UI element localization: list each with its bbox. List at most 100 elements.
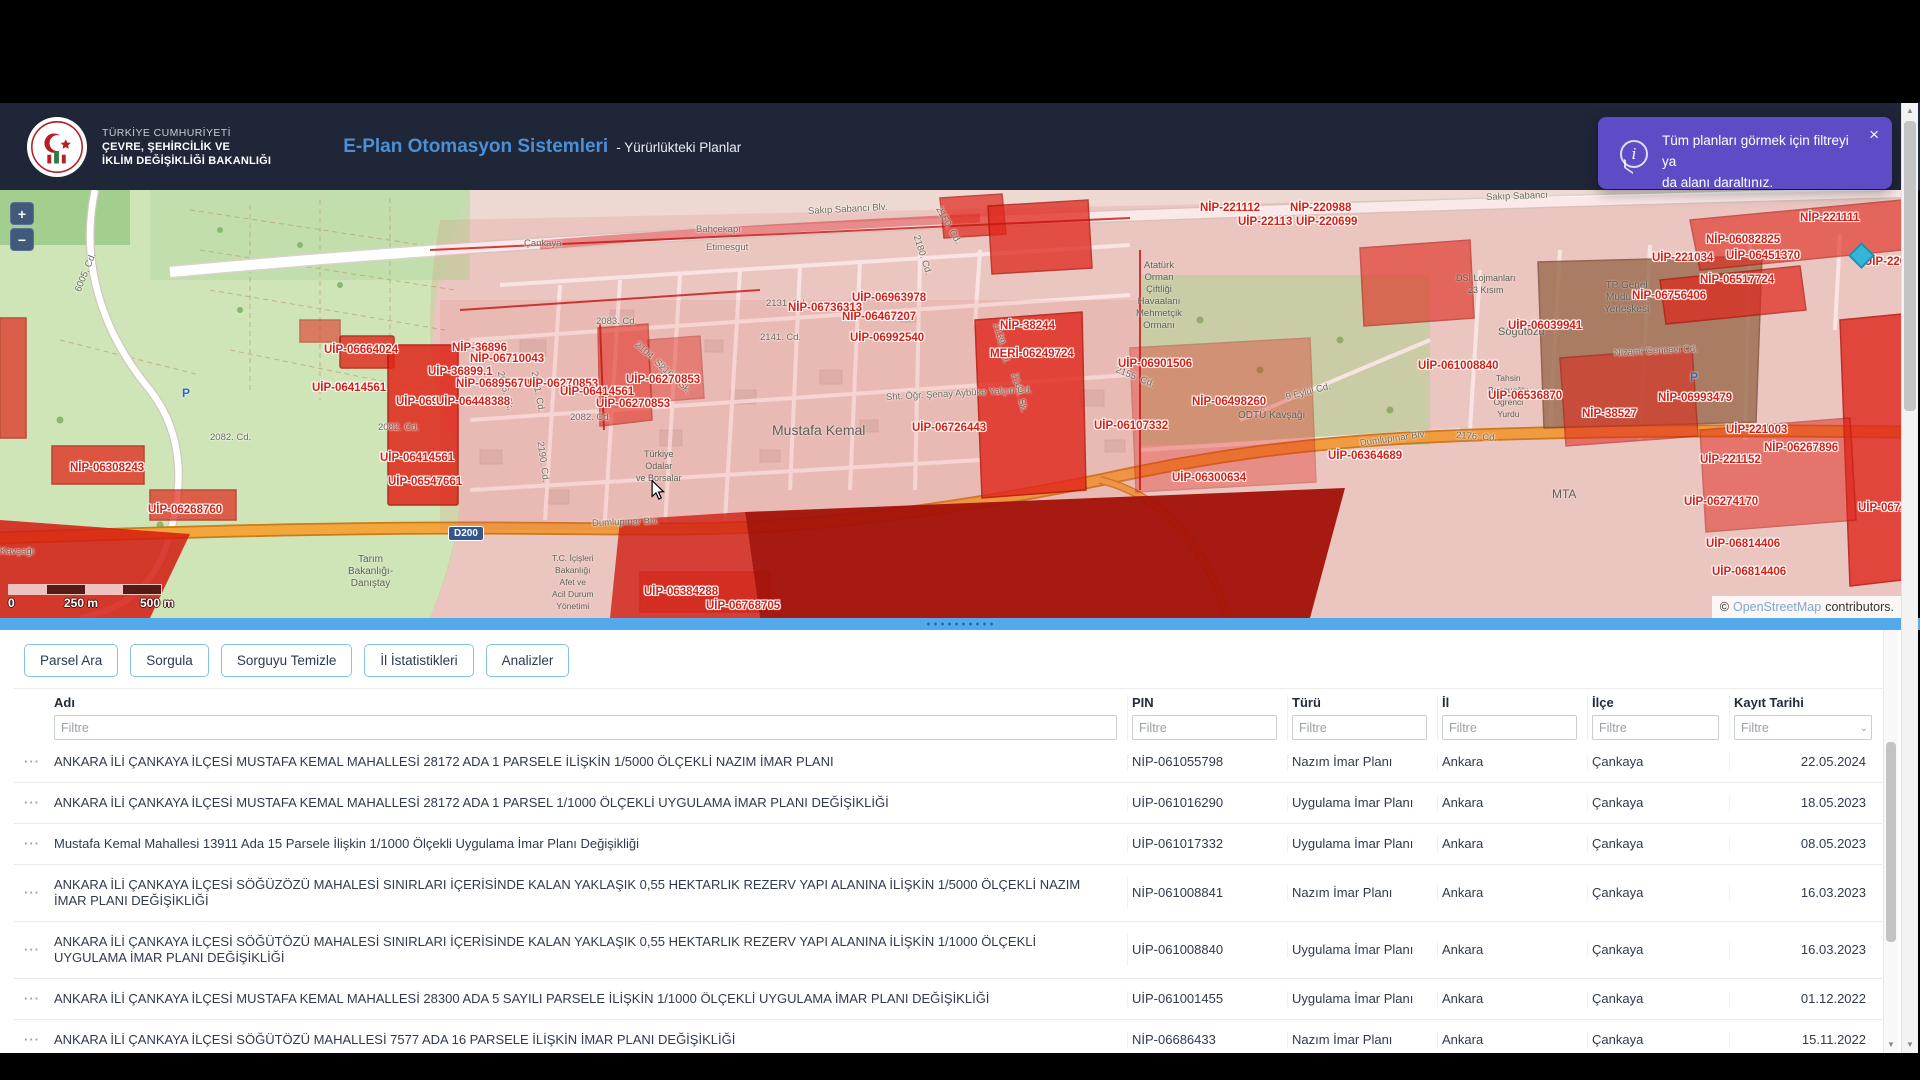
row-menu-button[interactable]: ··· [14,942,50,958]
map-plan-label[interactable]: UİP-06992540 [850,332,924,344]
scrollbar-down-icon[interactable]: ▼ [1902,1038,1918,1052]
table-row[interactable]: ···ANKARA İLİ ÇANKAYA İLÇESİ SÖĞÜTÖZÜ MA… [14,922,1882,979]
filter-input-türü[interactable] [1292,715,1427,740]
filter-input-i̇l[interactable] [1442,715,1577,740]
ministry-logo [26,116,88,178]
toolbar-button-parsel-ara[interactable]: Parsel Ara [24,644,118,677]
map-plan-label[interactable]: UİP-06364689 [1328,450,1402,462]
place-label: Mustafa Kemal [772,424,865,436]
map-plan-label[interactable]: UİP-06268760 [148,504,222,516]
page-scrollbar[interactable]: ▲ ▼ [1901,103,1918,1053]
splitter-grip-icon[interactable] [925,621,995,627]
filter-input-pin[interactable] [1132,715,1277,740]
map-plan-label[interactable]: NİP-221112 [1200,202,1260,214]
map-plan-label[interactable]: UİP-221152 [1700,454,1761,466]
map-plan-label[interactable]: UİP-36899.1 [428,366,493,378]
row-menu-button[interactable]: ··· [14,754,50,770]
toolbar-button-sorguyu-temizle[interactable]: Sorguyu Temizle [221,644,353,677]
map-plan-label[interactable]: UİP-06107332 [1094,420,1168,432]
row-menu-button[interactable]: ··· [14,795,50,811]
map-plan-label[interactable]: NİP-06736313 [788,302,862,314]
map-plan-label[interactable]: UİP-06768705 [706,600,780,612]
map-plan-label[interactable]: NİP-06517724 [1700,274,1774,286]
map-plan-label[interactable]: MERİ-06249724 [990,348,1074,360]
map-plan-label[interactable]: UİP-06814406 [1712,566,1786,578]
table-row[interactable]: ···ANKARA İLİ ÇANKAYA İLÇESİ SÖĞÜZÖZÜ MA… [14,865,1882,922]
map-table-splitter[interactable] [0,618,1920,630]
zoom-in-button[interactable]: + [10,202,34,225]
map-plan-label[interactable]: UİP-06901506 [1118,358,1192,370]
place-label: Türkiye Odalar ve Borsalar [636,448,682,484]
map-plan-label[interactable]: UİP-06270853 [626,374,700,386]
map-plan-label[interactable]: NİP-38527 [1582,408,1637,420]
osm-link[interactable]: OpenStreetMap [1733,600,1821,614]
map-plan-label[interactable]: UİP-06547661 [388,476,462,488]
table-row[interactable]: ···Mustafa Kemal Mahallesi 13911 Ada 15 … [14,824,1882,865]
map-plan-label[interactable]: NİP-06756406 [1632,290,1706,302]
table-scrollbar-down-icon[interactable]: ▼ [1884,1038,1898,1052]
map-plan-label[interactable]: UİP-06300634 [1172,472,1246,484]
map-plan-label[interactable]: UİP-061008840 [1418,360,1499,372]
table-row[interactable]: ···ANKARA İLİ ÇANKAYA İLÇESİ MUSTAFA KEM… [14,783,1882,824]
map-plan-label[interactable]: UİP-221034 [1652,252,1713,264]
map-plan-label[interactable]: NİP-38244 [1000,320,1055,332]
map-plan-label[interactable]: UİP-06726443 [912,422,986,434]
map-plan-label[interactable]: UİP-06814406 [1706,538,1780,550]
map-plan-label[interactable]: UİP-221003 [1726,424,1787,436]
parking-icon: P [182,386,190,400]
table-row[interactable]: ···ANKARA İLİ ÇANKAYA İLÇESİ MUSTAFA KEM… [14,742,1882,783]
cell-district: Çankaya [1588,885,1730,901]
map-plan-label[interactable]: UİP-06274170 [1684,496,1758,508]
app-title[interactable]: E-Plan Otomasyon Sistemleri [343,136,608,158]
map-plan-label[interactable]: UİP-06414561 [312,382,386,394]
toolbar-button-analizler[interactable]: Analizler [486,644,570,677]
map-plan-label[interactable]: NİP-06082825 [1706,234,1780,246]
page-scrollbar-thumb[interactable] [1904,121,1916,411]
row-menu-button[interactable]: ··· [14,885,50,901]
map-canvas[interactable]: NİP-221112 UİP-22113 NİP-220988 UİP-220699 N… [0,190,1902,618]
zoom-out-button[interactable]: − [10,228,34,251]
map-plan-label[interactable]: UİP-06664024 [324,344,398,356]
cell-name: ANKARA İLİ ÇANKAYA İLÇESİ MUSTAFA KEMAL … [50,795,1128,811]
map-plan-label[interactable]: NİP-06710043 [470,353,544,365]
map-plan-label[interactable]: UİP-06536870 [1488,390,1562,402]
filter-input-kayıt tarihi[interactable] [1734,715,1872,740]
map-plan-label[interactable]: UİP-069 [396,396,438,408]
filter-input-i̇lçe[interactable] [1592,715,1719,740]
table-scrollbar[interactable]: ▼ [1883,630,1898,1053]
map-plan-label[interactable]: NİP-06267896 [1764,442,1838,454]
row-menu-button[interactable]: ··· [14,1032,50,1048]
close-icon[interactable]: × [1869,125,1879,145]
row-menu-button[interactable]: ··· [14,836,50,852]
map-plan-label[interactable]: NİP-06895679 [456,378,530,390]
place-label: Atatürk Orman Çiftliği Havaalanı Mehmetç… [1136,260,1182,332]
toolbar-button-i̇l-i̇statistikleri[interactable]: İl İstatistikleri [364,644,473,677]
place-label: ODTÜ Kavşağı [1238,410,1305,422]
map-plan-label[interactable]: UİP-06963978 [852,292,926,304]
map-plan-label[interactable]: UİP-06384288 [644,586,718,598]
table-row[interactable]: ···ANKARA İLİ ÇANKAYA İLÇESİ MUSTAFA KEM… [14,979,1882,1020]
scrollbar-up-icon[interactable]: ▲ [1902,104,1918,118]
map-plan-label[interactable]: UİP-067184 [1858,502,1902,514]
map-plan-label[interactable]: UİP-22113 [1238,216,1292,228]
map-plan-label[interactable]: NİP-06308243 [70,462,144,474]
table-scrollbar-thumb[interactable] [1886,742,1896,942]
map-plan-label[interactable]: UİP-06270853 [596,398,670,410]
map-plan-label[interactable]: UİP-06451370 [1726,250,1800,262]
filter-input-adı[interactable] [54,715,1117,740]
map-plan-label[interactable]: NİP-06498260 [1192,396,1266,408]
map-plan-label[interactable]: UİP-06414561 [380,452,454,464]
map-plan-label[interactable]: UİP-06414561 [560,386,634,398]
map-plan-label[interactable]: UİP-220699 [1296,216,1357,228]
map-plan-label[interactable]: NİP-221111 [1800,212,1859,224]
toolbar-button-sorgula[interactable]: Sorgula [130,644,209,677]
map-plan-label[interactable]: UİP-06448388 [436,396,510,408]
cell-province: Ankara [1438,754,1588,770]
cell-name: ANKARA İLİ ÇANKAYA İLÇESİ MUSTAFA KEMAL … [50,991,1128,1007]
street-label: Sakıp Sabancı [1486,190,1548,203]
map-plan-label[interactable]: UİP-06039941 [1508,320,1582,332]
map-plan-label[interactable]: NİP-06993479 [1658,392,1732,404]
map-attribution: © OpenStreetMap contributors. [1712,596,1902,618]
map-plan-label[interactable]: NİP-220988 [1290,202,1351,214]
row-menu-button[interactable]: ··· [14,991,50,1007]
